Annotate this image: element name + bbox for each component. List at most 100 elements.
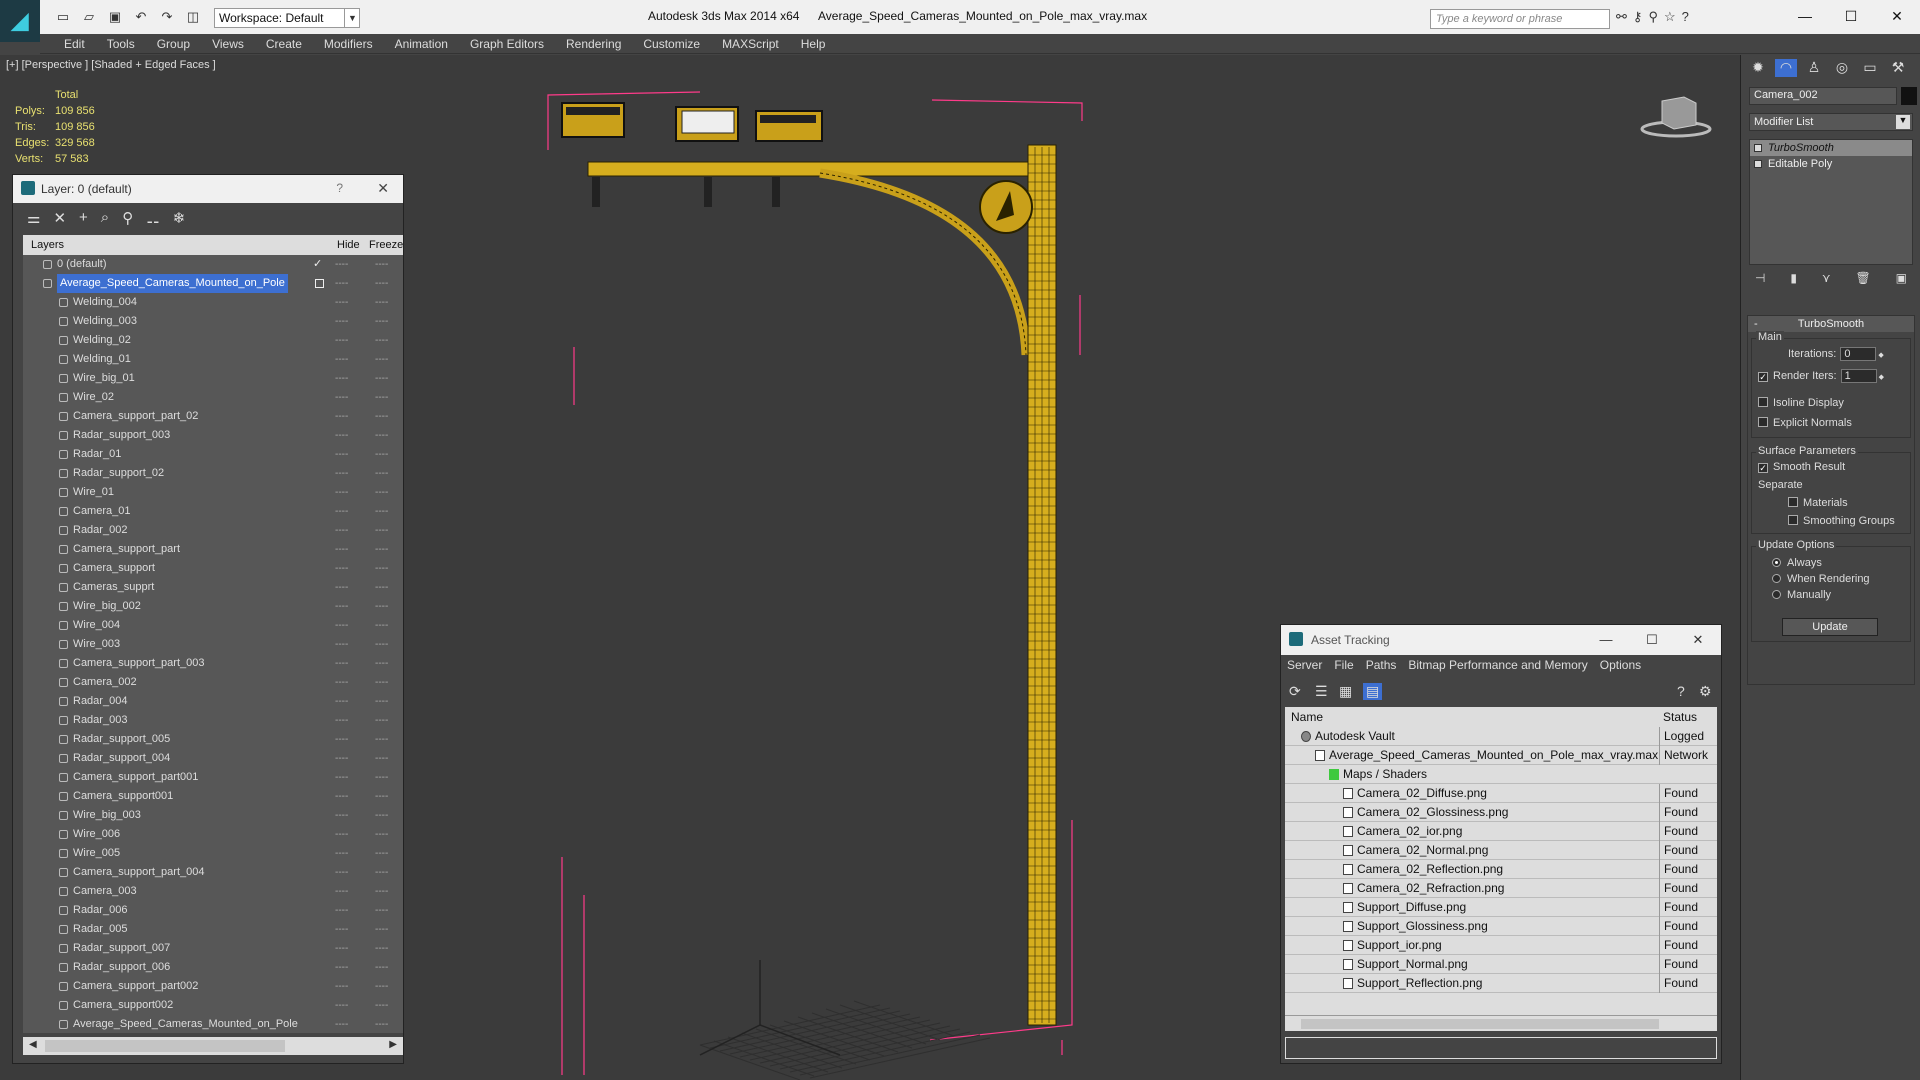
hide-toggle[interactable]: ---- bbox=[335, 977, 348, 996]
object-row[interactable]: Camera_support001 ---- ---- bbox=[23, 787, 403, 806]
minimize-icon[interactable]: — bbox=[1782, 0, 1828, 32]
asset-row[interactable]: Camera_02_Glossiness.png Found bbox=[1285, 803, 1717, 822]
open-file-icon[interactable]: ▱ bbox=[78, 7, 100, 27]
key-icon[interactable]: ⚷ bbox=[1633, 9, 1643, 25]
help-icon[interactable]: ? bbox=[1682, 9, 1689, 25]
freeze-toggle[interactable]: ---- bbox=[375, 711, 388, 730]
object-row[interactable]: Radar_support_007 ---- ---- bbox=[23, 939, 403, 958]
freeze-toggle[interactable]: ---- bbox=[375, 312, 388, 331]
freeze-toggle[interactable]: ---- bbox=[375, 749, 388, 768]
freeze-toggle[interactable]: ---- bbox=[375, 483, 388, 502]
binoculars-icon[interactable]: ⚯ bbox=[1616, 9, 1627, 25]
hide-toggle[interactable]: ---- bbox=[335, 616, 348, 635]
hide-toggle[interactable]: ---- bbox=[335, 540, 348, 559]
when-rendering-radio[interactable] bbox=[1772, 574, 1781, 583]
freeze-toggle[interactable]: ---- bbox=[375, 426, 388, 445]
hide-toggle[interactable]: ---- bbox=[335, 692, 348, 711]
object-row[interactable]: Radar_005 ---- ---- bbox=[23, 920, 403, 939]
freeze-toggle[interactable]: ---- bbox=[375, 901, 388, 920]
smooth-result-checkbox[interactable]: ✓ bbox=[1758, 463, 1768, 473]
current-layer-check-icon[interactable]: ✓ bbox=[313, 255, 322, 274]
menu-modifiers[interactable]: Modifiers bbox=[313, 34, 384, 53]
object-row[interactable]: Average_Speed_Cameras_Mounted_on_Pole ---… bbox=[23, 1015, 403, 1033]
asset-menu-bitmap-performance-and-memory[interactable]: Bitmap Performance and Memory bbox=[1408, 658, 1587, 674]
infocenter-search-input[interactable]: Type a keyword or phrase bbox=[1430, 9, 1610, 29]
freeze-toggle[interactable]: ---- bbox=[375, 407, 388, 426]
help-icon[interactable]: ? bbox=[336, 181, 343, 195]
hide-toggle[interactable]: ---- bbox=[335, 483, 348, 502]
hide-toggle[interactable]: ---- bbox=[335, 521, 348, 540]
menu-help[interactable]: Help bbox=[790, 34, 837, 53]
asset-row[interactable]: Autodesk Vault Logged bbox=[1285, 727, 1717, 746]
menu-graph-editors[interactable]: Graph Editors bbox=[459, 34, 555, 53]
communication-center-icon[interactable]: ⚲ bbox=[1648, 9, 1658, 25]
object-row[interactable]: Radar_004 ---- ---- bbox=[23, 692, 403, 711]
freeze-toggle[interactable]: ---- bbox=[375, 882, 388, 901]
menu-rendering[interactable]: Rendering bbox=[555, 34, 632, 53]
hide-toggle[interactable]: ---- bbox=[335, 331, 348, 350]
manually-radio[interactable] bbox=[1772, 590, 1781, 599]
asset-row[interactable]: Camera_02_Normal.png Found bbox=[1285, 841, 1717, 860]
hide-all-layers-icon[interactable]: ⚋ bbox=[146, 209, 159, 227]
freeze-toggle[interactable]: ---- bbox=[375, 1015, 388, 1033]
freeze-toggle[interactable]: ---- bbox=[375, 730, 388, 749]
object-row[interactable]: Wire_006 ---- ---- bbox=[23, 825, 403, 844]
stack-item-turbosmooth[interactable]: TurboSmooth bbox=[1750, 140, 1912, 156]
asset-menu-file[interactable]: File bbox=[1334, 658, 1353, 674]
hide-toggle[interactable]: ---- bbox=[335, 407, 348, 426]
freeze-toggle[interactable]: ---- bbox=[375, 787, 388, 806]
object-row[interactable]: Camera_002 ---- ---- bbox=[23, 673, 403, 692]
object-row[interactable]: Welding_01 ---- ---- bbox=[23, 350, 403, 369]
display-tab-icon[interactable]: ▭ bbox=[1859, 59, 1881, 77]
asset-row[interactable]: Support_Reflection.png Found bbox=[1285, 974, 1717, 993]
object-row[interactable]: Welding_02 ---- ---- bbox=[23, 331, 403, 350]
freeze-toggle[interactable]: ---- bbox=[375, 597, 388, 616]
hide-toggle[interactable]: ---- bbox=[335, 369, 348, 388]
object-row[interactable]: Radar_01 ---- ---- bbox=[23, 445, 403, 464]
create-layer-icon[interactable]: ⚌ bbox=[27, 209, 40, 227]
freeze-toggle[interactable]: ---- bbox=[375, 502, 388, 521]
hide-toggle[interactable]: ---- bbox=[335, 673, 348, 692]
freeze-toggle[interactable]: ---- bbox=[375, 692, 388, 711]
project-folder-icon[interactable]: ◫ bbox=[182, 7, 204, 27]
object-row[interactable]: Camera_support_part002 ---- ---- bbox=[23, 977, 403, 996]
close-icon[interactable]: ✕ bbox=[1675, 625, 1721, 655]
freeze-toggle[interactable]: ---- bbox=[375, 331, 388, 350]
object-row[interactable]: Wire_003 ---- ---- bbox=[23, 635, 403, 654]
object-row[interactable]: Camera_support ---- ---- bbox=[23, 559, 403, 578]
object-row[interactable]: Radar_003 ---- ---- bbox=[23, 711, 403, 730]
object-row[interactable]: Camera_01 ---- ---- bbox=[23, 502, 403, 521]
scroll-thumb[interactable] bbox=[1301, 1019, 1659, 1029]
maximize-icon[interactable]: ☐ bbox=[1629, 625, 1675, 655]
menu-create[interactable]: Create bbox=[255, 34, 313, 53]
freeze-toggle[interactable]: ---- bbox=[375, 255, 388, 274]
layers-column-header[interactable]: Layers bbox=[31, 239, 64, 251]
modify-tab-icon[interactable]: ◠ bbox=[1775, 59, 1797, 77]
close-icon[interactable]: ✕ bbox=[1874, 0, 1920, 32]
hide-toggle[interactable]: ---- bbox=[335, 863, 348, 882]
add-to-layer-icon[interactable]: + bbox=[79, 209, 88, 227]
freeze-toggle[interactable]: ---- bbox=[375, 369, 388, 388]
freeze-toggle[interactable]: ---- bbox=[375, 616, 388, 635]
hide-toggle[interactable]: ---- bbox=[335, 502, 348, 521]
object-row[interactable]: Camera_support_part_02 ---- ---- bbox=[23, 407, 403, 426]
object-row[interactable]: Wire_02 ---- ---- bbox=[23, 388, 403, 407]
materials-checkbox[interactable] bbox=[1788, 497, 1798, 507]
utilities-tab-icon[interactable]: ⚒ bbox=[1887, 59, 1909, 77]
asset-row[interactable]: Average_Speed_Cameras_Mounted_on_Pole_ma… bbox=[1285, 746, 1717, 765]
expand-icon[interactable] bbox=[1754, 160, 1762, 168]
asset-list[interactable]: Autodesk Vault Logged Average_Speed_Camera… bbox=[1285, 727, 1717, 1015]
menu-group[interactable]: Group bbox=[146, 34, 201, 53]
layer-list-hscrollbar[interactable]: ◀ ▶ bbox=[23, 1037, 403, 1055]
object-row[interactable]: Wire_004 ---- ---- bbox=[23, 616, 403, 635]
asset-menu-options[interactable]: Options bbox=[1600, 658, 1641, 674]
freeze-toggle[interactable]: ---- bbox=[375, 673, 388, 692]
object-row[interactable]: Cameras_supprt ---- ---- bbox=[23, 578, 403, 597]
star-icon[interactable]: ☆ bbox=[1664, 9, 1676, 25]
minimize-icon[interactable]: — bbox=[1583, 625, 1629, 655]
hide-toggle[interactable]: ---- bbox=[335, 388, 348, 407]
chevron-down-icon[interactable]: ▼ bbox=[1896, 115, 1910, 129]
hide-toggle[interactable]: ---- bbox=[335, 920, 348, 939]
hide-toggle[interactable]: ---- bbox=[335, 825, 348, 844]
freeze-all-layers-icon[interactable]: ❄ bbox=[173, 209, 186, 227]
